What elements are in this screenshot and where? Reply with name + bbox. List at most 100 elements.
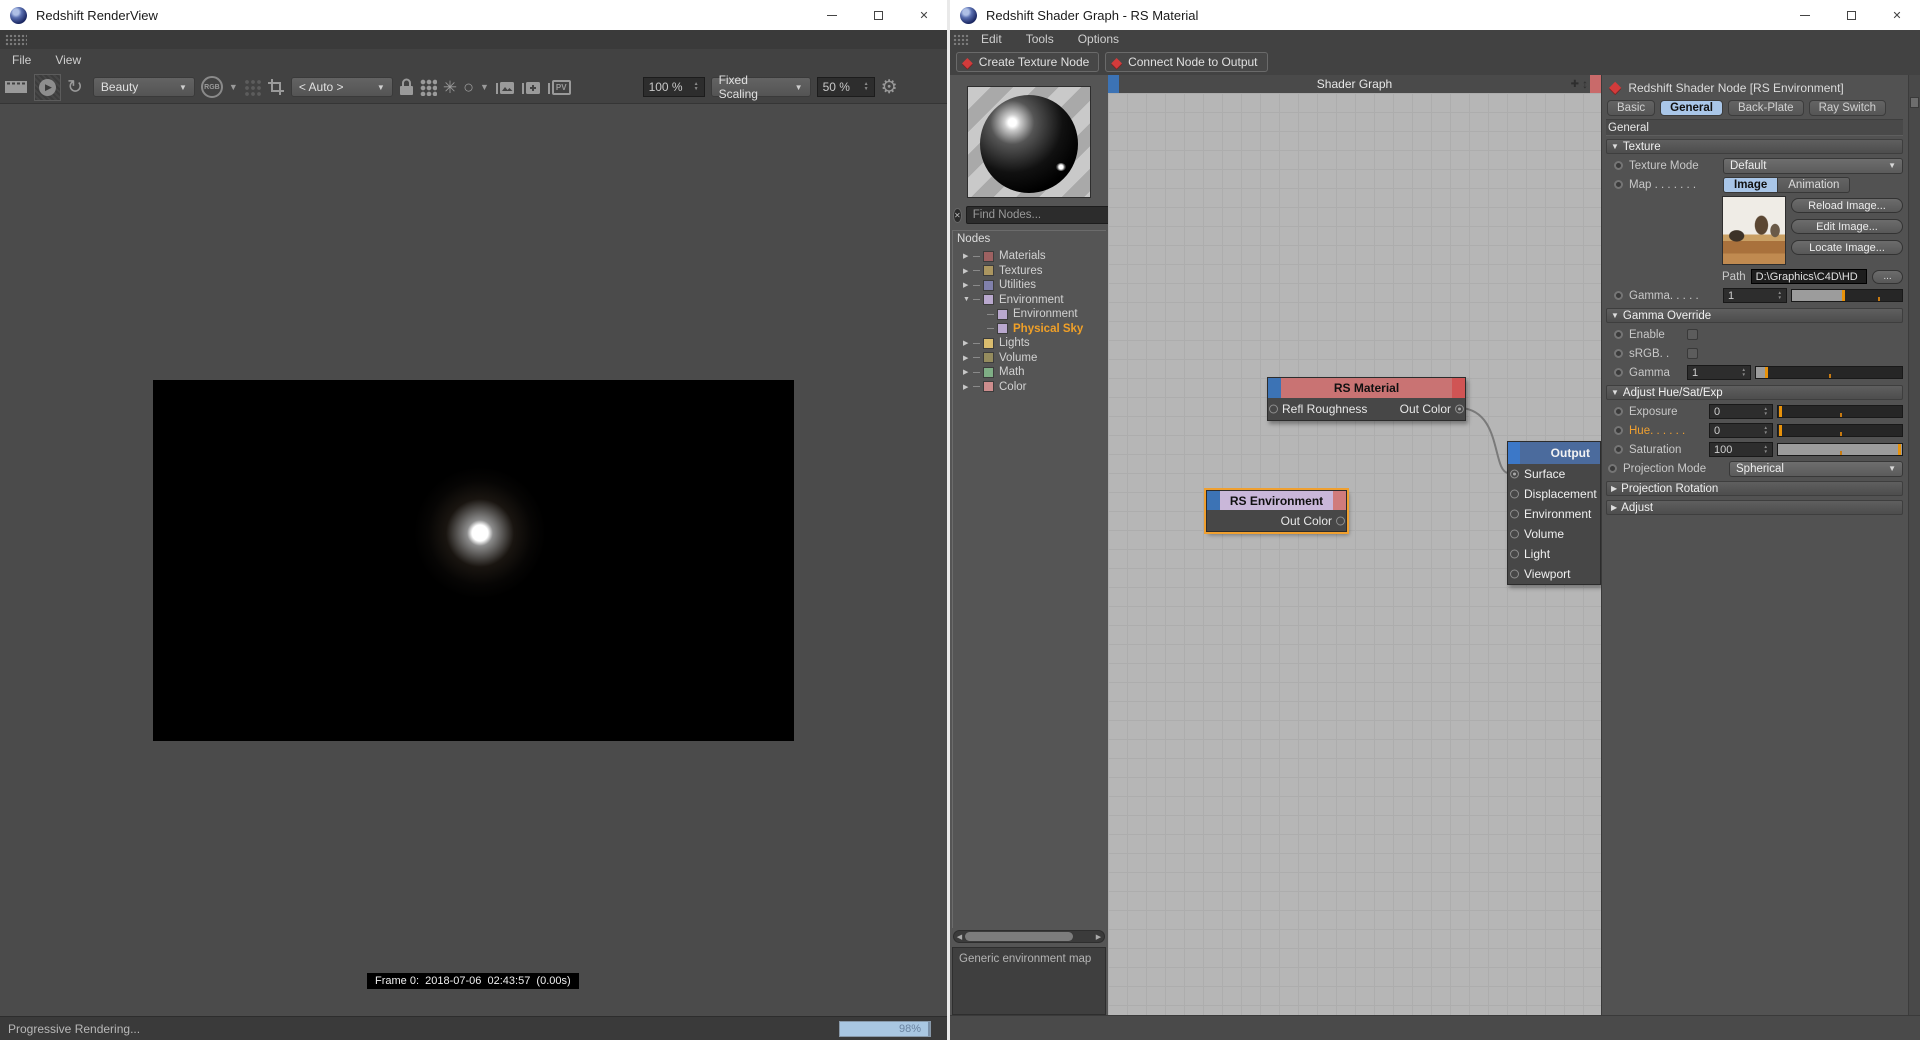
scrollbar-thumb[interactable] [1910, 97, 1919, 108]
surface-port[interactable] [1510, 470, 1519, 479]
tab-basic[interactable]: Basic [1607, 100, 1655, 116]
locate-image-button[interactable]: Locate Image... [1791, 240, 1903, 255]
projection-mode-dropdown[interactable]: Spherical [1729, 461, 1903, 477]
saturation-spinner[interactable]: 100▲▼ [1709, 442, 1773, 457]
port-row-viewport[interactable]: Viewport [1508, 564, 1600, 584]
chevron-right-icon[interactable]: ▶ [963, 281, 973, 289]
map-animation-toggle[interactable]: Animation [1778, 177, 1850, 193]
tree-item-math[interactable]: ▶ Math [953, 365, 1106, 380]
zoom-percent-spinner[interactable]: 100 %▲▼ [643, 77, 705, 97]
param-dot-icon[interactable] [1614, 330, 1623, 339]
pan-icon[interactable]: ✚ [1571, 79, 1579, 90]
tree-item-environment[interactable]: ▼ Environment [953, 293, 1106, 308]
tree-item-physical-sky[interactable]: Physical Sky [953, 322, 1106, 337]
tree-item-environment-node[interactable]: Environment [953, 307, 1106, 322]
chevron-right-icon[interactable]: ▶ [963, 252, 973, 260]
tab-back-plate[interactable]: Back-Plate [1728, 100, 1804, 116]
menu-options[interactable]: Options [1066, 32, 1131, 46]
hdr-thumbnail[interactable] [1722, 196, 1786, 265]
param-dot-icon[interactable] [1614, 445, 1623, 454]
browse-button[interactable]: ... [1872, 270, 1903, 284]
gamma-spinner[interactable]: 1▲▼ [1723, 288, 1787, 303]
param-dot-icon[interactable] [1614, 407, 1623, 416]
param-dot-icon[interactable] [1614, 349, 1623, 358]
overlay-chevron-icon[interactable]: ▼ [480, 82, 489, 92]
saturation-slider[interactable] [1777, 443, 1903, 456]
connect-node-to-output-button[interactable]: ◆ Connect Node to Output [1105, 52, 1267, 72]
lock-icon[interactable] [399, 78, 414, 96]
port-row-environment[interactable]: Environment [1508, 504, 1600, 524]
chevron-right-icon[interactable]: ▶ [963, 383, 973, 391]
drag-grip[interactable] [5, 34, 27, 46]
scaling-mode-dropdown[interactable]: Fixed Scaling [711, 77, 811, 97]
circle-overlay-icon[interactable]: ○ [463, 78, 474, 96]
rendered-image[interactable] [153, 380, 794, 741]
menu-view[interactable]: View [43, 53, 93, 67]
edit-image-button[interactable]: Edit Image... [1791, 219, 1903, 234]
clear-search-icon[interactable]: ✕ [953, 208, 962, 223]
crop-region-icon[interactable] [267, 78, 285, 96]
port-row-volume[interactable]: Volume [1508, 524, 1600, 544]
reload-image-button[interactable]: Reload Image... [1791, 198, 1903, 213]
group-gamma-override[interactable]: ▼ Gamma Override [1606, 308, 1903, 323]
rgb-channel-icon[interactable]: RGB [201, 76, 223, 98]
param-dot-icon[interactable] [1614, 368, 1623, 377]
menu-tools[interactable]: Tools [1014, 32, 1066, 46]
chevron-right-icon[interactable]: ▶ [963, 339, 973, 347]
tree-item-textures[interactable]: ▶ Textures [953, 264, 1106, 279]
output-node[interactable]: Output Surface Displacement Environment … [1507, 441, 1601, 585]
output-port[interactable] [1336, 516, 1345, 525]
volume-port[interactable] [1510, 530, 1519, 539]
map-image-toggle[interactable]: Image [1723, 177, 1778, 193]
srgb-checkbox[interactable] [1687, 348, 1698, 359]
group-adjust[interactable]: ▶ Adjust [1606, 500, 1903, 515]
tab-ray-switch[interactable]: Ray Switch [1809, 100, 1887, 116]
menu-edit[interactable]: Edit [969, 32, 1014, 46]
drag-grip[interactable] [953, 34, 969, 45]
param-dot-icon[interactable] [1614, 426, 1623, 435]
gamma-slider[interactable] [1791, 289, 1903, 302]
close-button[interactable]: ✕ [1874, 0, 1920, 30]
chevron-down-icon[interactable]: ▼ [963, 296, 973, 303]
add-snapshot-icon[interactable] [521, 79, 541, 96]
maximize-button[interactable] [1828, 0, 1874, 30]
tab-general[interactable]: General [1660, 100, 1723, 116]
restart-render-icon[interactable]: ↻ [67, 78, 83, 97]
tree-item-lights[interactable]: ▶ Lights [953, 336, 1106, 351]
port-row-light[interactable]: Light [1508, 544, 1600, 564]
group-adjust-hse[interactable]: ▼ Adjust Hue/Sat/Exp [1606, 385, 1903, 400]
minimize-button[interactable] [809, 0, 855, 30]
displacement-port[interactable] [1510, 490, 1519, 499]
properties-scrollbar[interactable] [1908, 75, 1920, 1015]
light-port[interactable] [1510, 550, 1519, 559]
minimize-button[interactable] [1782, 0, 1828, 30]
create-texture-node-button[interactable]: ◆ Create Texture Node [956, 52, 1099, 72]
aov-dropdown[interactable]: Beauty [93, 77, 195, 97]
snapshot-filmstrip-icon[interactable] [4, 79, 28, 95]
tree-item-materials[interactable]: ▶ Materials [953, 249, 1106, 264]
input-port[interactable] [1269, 405, 1278, 414]
scroll-left-icon[interactable]: ◀ [954, 933, 965, 941]
hue-spinner[interactable]: 0▲▼ [1709, 423, 1773, 438]
scroll-right-icon[interactable]: ▶ [1093, 933, 1104, 941]
chevron-right-icon[interactable]: ▶ [963, 354, 973, 362]
scale-percent-spinner[interactable]: 50 %▲▼ [817, 77, 875, 97]
chevron-right-icon[interactable]: ▶ [963, 267, 973, 275]
texture-mode-dropdown[interactable]: Default [1723, 158, 1903, 174]
tree-item-volume[interactable]: ▶ Volume [953, 351, 1106, 366]
render-viewport[interactable]: Frame 0: 2018-07-06 02:43:57 (0.00s) [0, 104, 947, 1016]
enable-checkbox[interactable] [1687, 329, 1698, 340]
path-field[interactable]: D:\Graphics\C4D\HD [1751, 269, 1867, 284]
start-render-button[interactable]: ▶ [34, 74, 61, 101]
port-row-surface[interactable]: Surface [1508, 464, 1600, 484]
bucket-grid-icon[interactable] [420, 79, 437, 96]
channel-chevron-icon[interactable]: ▼ [229, 82, 238, 92]
snowflake-icon[interactable]: ✳ [443, 79, 457, 96]
close-button[interactable]: ✕ [901, 0, 947, 30]
param-dot-icon[interactable] [1614, 291, 1623, 300]
exposure-slider[interactable] [1777, 405, 1903, 418]
override-gamma-slider[interactable] [1755, 366, 1903, 379]
chevron-right-icon[interactable]: ▶ [963, 368, 973, 376]
send-to-pv-icon[interactable]: PV [547, 79, 571, 96]
scrollbar-thumb[interactable] [965, 932, 1073, 941]
